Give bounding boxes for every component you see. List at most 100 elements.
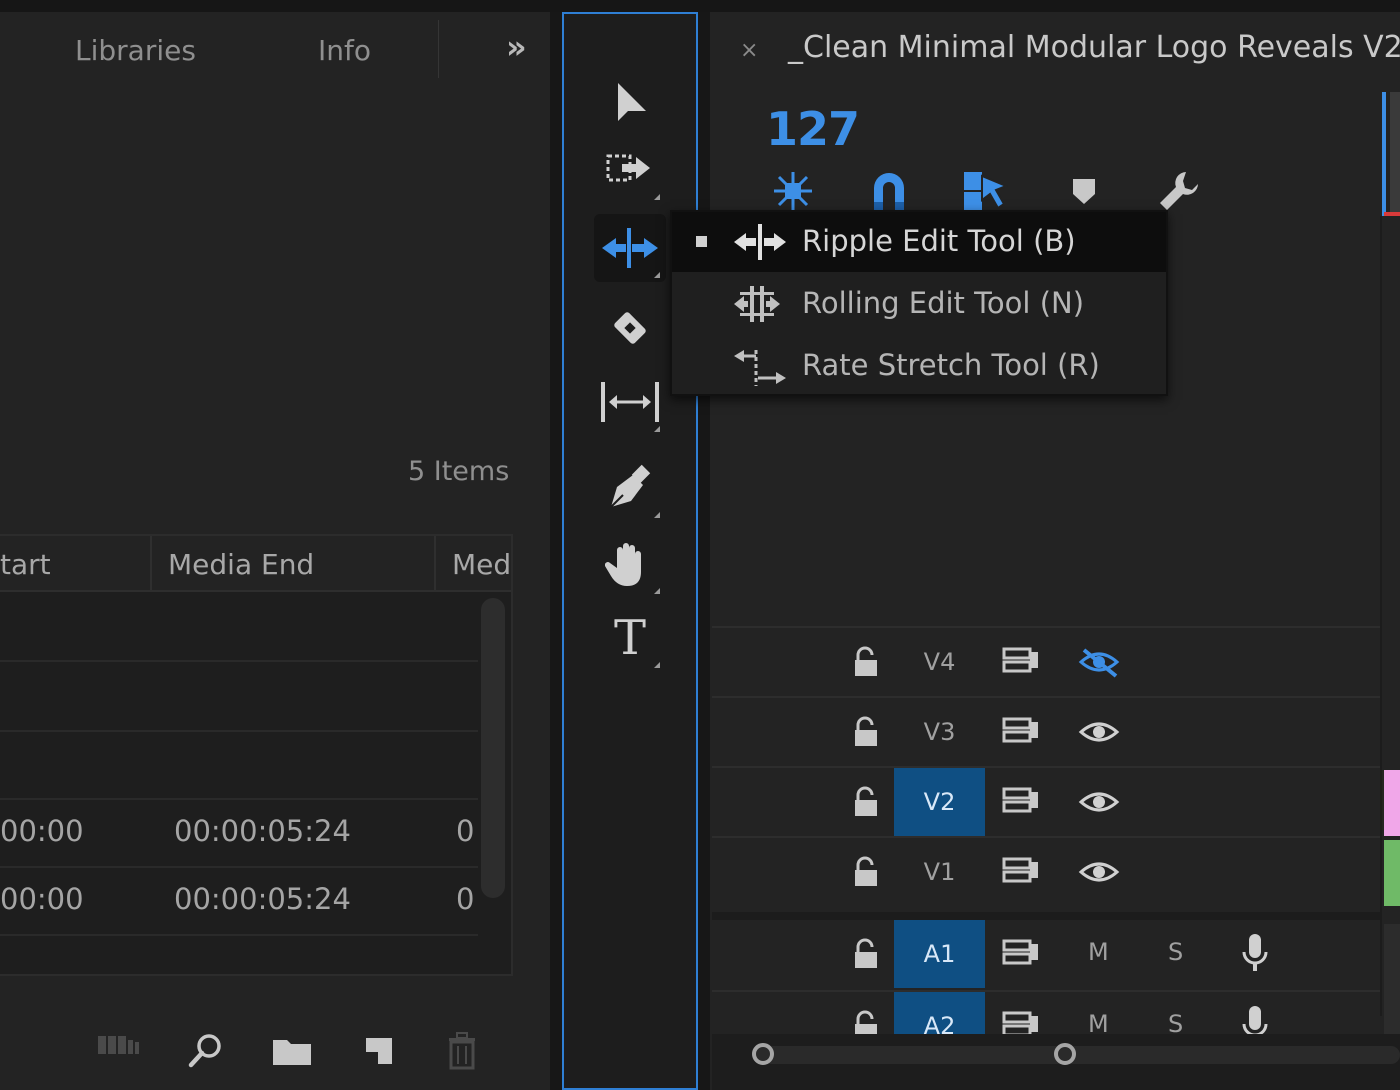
column-header-media-end[interactable]: Media End (168, 548, 314, 581)
work-area-marker (1384, 212, 1400, 216)
tab-libraries[interactable]: Libraries (75, 34, 196, 67)
hand-tool[interactable] (594, 530, 666, 598)
sync-lock-icon[interactable] (1002, 938, 1042, 968)
video-audio-divider[interactable] (712, 912, 1380, 920)
playhead-indicator[interactable] (1382, 92, 1386, 216)
sync-lock-icon[interactable] (1002, 716, 1042, 746)
search-icon[interactable] (188, 1032, 224, 1068)
razor-icon (614, 312, 646, 344)
selected-bullet (696, 236, 707, 247)
audio-track-area[interactable] (1384, 924, 1400, 1034)
tool-corner-indicator (654, 512, 660, 518)
column-header-media-start[interactable]: tart (0, 548, 51, 581)
list-item[interactable] (0, 592, 478, 662)
trash-icon[interactable] (446, 1032, 478, 1070)
tool-corner-indicator (654, 662, 660, 668)
list-item[interactable]: 00:00 00:00:05:24 0 (0, 798, 478, 868)
panel-gutter[interactable] (550, 12, 562, 1090)
zoom-handle-left[interactable] (752, 1043, 774, 1065)
tab-info[interactable]: Info (318, 34, 371, 67)
list-item[interactable] (0, 730, 478, 800)
timeline-zoom-scrollbar[interactable] (762, 1046, 1400, 1064)
menu-item-ripple-edit-tool[interactable]: Ripple Edit Tool (B) (672, 212, 1166, 272)
sequence-tab-title[interactable]: _Clean Minimal Modular Logo Reveals V2 (788, 30, 1400, 65)
track-target-v4[interactable]: V4 (894, 628, 985, 696)
selection-tool[interactable] (594, 68, 666, 136)
menu-item-rate-stretch-tool[interactable]: Rate Stretch Tool (R) (672, 336, 1166, 396)
nest-icon[interactable] (770, 168, 816, 214)
lock-icon[interactable] (852, 1010, 880, 1036)
solo-button[interactable]: S (1168, 1010, 1183, 1036)
lock-icon[interactable] (852, 646, 880, 678)
track-select-tool[interactable] (594, 136, 666, 204)
tool-corner-indicator (654, 588, 660, 594)
zoom-handle-right[interactable] (1054, 1043, 1076, 1065)
ripple-edit-tool[interactable] (594, 214, 666, 282)
wrench-icon[interactable] (1156, 168, 1202, 214)
menu-item-label: Rolling Edit Tool (N) (802, 286, 1085, 320)
menu-item-rolling-edit-tool[interactable]: Rolling Edit Tool (N) (672, 274, 1166, 334)
track-a1[interactable]: A1 M S (712, 920, 1380, 988)
eye-icon[interactable] (1078, 786, 1120, 818)
eye-icon[interactable] (1078, 856, 1120, 888)
track-header-divider[interactable] (1380, 216, 1382, 1016)
tool-corner-indicator (654, 194, 660, 200)
tools-panel: T (562, 12, 698, 1090)
window-top-strip (0, 0, 1400, 12)
microphone-icon[interactable] (1240, 932, 1270, 974)
column-header-media-duration[interactable]: Med (452, 548, 511, 581)
slip-tool[interactable] (594, 368, 666, 436)
lock-icon[interactable] (852, 716, 880, 748)
marker-icon[interactable] (1070, 176, 1098, 206)
panel-overflow-button[interactable]: » (506, 28, 527, 66)
eye-hidden-icon[interactable] (1078, 646, 1120, 678)
video-clip-v2[interactable] (1384, 770, 1400, 836)
linked-selection-icon[interactable] (962, 168, 1008, 212)
sync-lock-icon[interactable] (1002, 786, 1042, 816)
track-target-v3[interactable]: V3 (894, 698, 985, 766)
playhead-timecode[interactable]: 127 (766, 102, 860, 156)
cell-media-start: 00:00 (0, 882, 84, 916)
track-target-v2[interactable]: V2 (894, 768, 985, 836)
eye-icon[interactable] (1078, 716, 1120, 748)
pen-icon (610, 464, 651, 508)
video-clip-v1[interactable] (1384, 840, 1400, 906)
mute-button[interactable]: M (1088, 938, 1109, 966)
sync-lock-icon[interactable] (1002, 646, 1042, 676)
lock-icon[interactable] (852, 786, 880, 818)
track-a2[interactable]: A2 M S (712, 990, 1380, 1036)
track-v4[interactable]: V4 (712, 626, 1380, 696)
track-v2[interactable]: V2 (712, 766, 1380, 836)
close-tab-button[interactable]: × (740, 38, 758, 63)
sync-lock-icon[interactable] (1002, 856, 1042, 886)
new-item-icon[interactable] (362, 1034, 394, 1068)
microphone-icon[interactable] (1240, 1004, 1270, 1036)
cell-media-end: 00:00:05:24 (174, 882, 351, 916)
cell-media-duration: 0 (456, 814, 475, 848)
folder-icon[interactable] (272, 1036, 312, 1066)
column-divider[interactable] (434, 536, 436, 590)
track-v1[interactable]: V1 (712, 836, 1380, 906)
lock-icon[interactable] (852, 856, 880, 888)
list-vertical-scrollbar[interactable] (481, 598, 505, 898)
type-tool[interactable]: T (594, 604, 666, 672)
snap-magnet-icon[interactable] (868, 168, 910, 212)
items-count-label: 5 Items (408, 456, 510, 487)
freeform-view-icon[interactable] (98, 1030, 144, 1058)
list-item[interactable] (0, 662, 478, 732)
panel-gutter[interactable] (698, 12, 710, 1090)
solo-button[interactable]: S (1168, 938, 1183, 966)
razor-tool[interactable] (594, 294, 666, 362)
column-divider[interactable] (150, 536, 152, 590)
lock-icon[interactable] (852, 938, 880, 970)
time-ruler[interactable] (1390, 92, 1400, 214)
list-item[interactable]: 00:00 00:00:05:24 0 (0, 866, 478, 936)
track-v3[interactable]: V3 (712, 696, 1380, 766)
sync-lock-icon[interactable] (1002, 1010, 1042, 1036)
track-target-v1[interactable]: V1 (894, 838, 985, 906)
mute-button[interactable]: M (1088, 1010, 1109, 1036)
pen-tool[interactable] (594, 454, 666, 522)
track-target-a2[interactable]: A2 (894, 992, 985, 1036)
arrow-icon (618, 83, 646, 121)
track-target-a1[interactable]: A1 (894, 920, 985, 988)
